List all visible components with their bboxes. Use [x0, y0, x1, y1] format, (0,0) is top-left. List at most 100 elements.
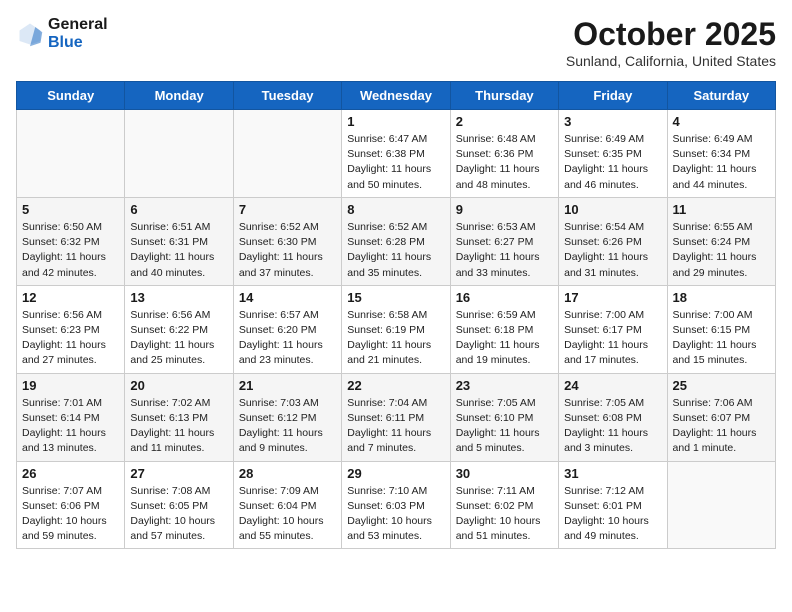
calendar-day-cell: 23Sunrise: 7:05 AM Sunset: 6:10 PM Dayli… [450, 373, 558, 461]
day-number: 25 [673, 378, 770, 393]
calendar-header: SundayMondayTuesdayWednesdayThursdayFrid… [17, 82, 776, 110]
calendar-week-row: 19 Sunrise: 7:01 AM Sunset: 6:14 PM Dayli… [17, 373, 776, 461]
day-of-week-header: Monday [125, 82, 233, 110]
calendar-day-cell: 28Sunrise: 7:09 AM Sunset: 6:04 PM Dayli… [233, 461, 341, 549]
day-number: 11 [673, 202, 770, 217]
day-number: 17 [564, 290, 661, 305]
page-header: General Blue October 2025 Sunland, Calif… [16, 16, 776, 69]
calendar-day-cell: 13 Sunrise: 6:56 AM Sunset: 6:22 PM Dayli… [125, 285, 233, 373]
day-info: Sunrise: 7:09 AM Sunset: 6:04 PM Dayligh… [239, 484, 336, 545]
day-info: Sunrise: 7:05 AM Sunset: 6:10 PM Dayligh… [456, 396, 553, 457]
calendar-subtitle: Sunland, California, United States [566, 53, 776, 69]
calendar-day-cell: 4 Sunrise: 6:49 AM Sunset: 6:34 PM Daylig… [667, 110, 775, 198]
day-info: Sunrise: 6:53 AM Sunset: 6:27 PM Dayligh… [456, 220, 553, 281]
day-info: Sunrise: 6:59 AM Sunset: 6:18 PM Dayligh… [456, 308, 553, 369]
day-number: 21 [239, 378, 336, 393]
day-number: 31 [564, 466, 661, 481]
day-info: Sunrise: 7:00 AM Sunset: 6:17 PM Dayligh… [564, 308, 661, 369]
day-info: Sunrise: 6:57 AM Sunset: 6:20 PM Dayligh… [239, 308, 336, 369]
day-of-week-header: Sunday [17, 82, 125, 110]
day-number: 15 [347, 290, 444, 305]
calendar-week-row: 5 Sunrise: 6:50 AM Sunset: 6:32 PM Daylig… [17, 197, 776, 285]
calendar-day-cell: 22 Sunrise: 7:04 AM Sunset: 6:11 PM Dayli… [342, 373, 450, 461]
day-number: 7 [239, 202, 336, 217]
day-of-week-header: Tuesday [233, 82, 341, 110]
calendar-day-cell: 16 Sunrise: 6:59 AM Sunset: 6:18 PM Dayli… [450, 285, 558, 373]
day-info: Sunrise: 7:10 AM Sunset: 6:03 PM Dayligh… [347, 484, 444, 545]
day-number: 24 [564, 378, 661, 393]
calendar-day-cell: 30 Sunrise: 7:11 AM Sunset: 6:02 PM Dayli… [450, 461, 558, 549]
day-info: Sunrise: 6:56 AM Sunset: 6:22 PM Dayligh… [130, 308, 227, 369]
day-number: 1 [347, 114, 444, 129]
day-number: 2 [456, 114, 553, 129]
calendar-day-cell: 31 Sunrise: 7:12 AM Sunset: 6:01 PM Dayli… [559, 461, 667, 549]
calendar-day-cell: 25 Sunrise: 7:06 AM Sunset: 6:07 PM Dayli… [667, 373, 775, 461]
day-of-week-header: Friday [559, 82, 667, 110]
calendar-day-cell: 11 Sunrise: 6:55 AM Sunset: 6:24 PM Dayli… [667, 197, 775, 285]
calendar-day-cell: 20 Sunrise: 7:02 AM Sunset: 6:13 PM Dayli… [125, 373, 233, 461]
day-info: Sunrise: 7:03 AM Sunset: 6:12 PM Dayligh… [239, 396, 336, 457]
calendar-day-cell: 8Sunrise: 6:52 AM Sunset: 6:28 PM Daylig… [342, 197, 450, 285]
calendar-day-cell: 29 Sunrise: 7:10 AM Sunset: 6:03 PM Dayli… [342, 461, 450, 549]
day-number: 14 [239, 290, 336, 305]
calendar-day-cell: 7Sunrise: 6:52 AM Sunset: 6:30 PM Daylig… [233, 197, 341, 285]
calendar-day-cell: 14 Sunrise: 6:57 AM Sunset: 6:20 PM Dayli… [233, 285, 341, 373]
day-info: Sunrise: 7:08 AM Sunset: 6:05 PM Dayligh… [130, 484, 227, 545]
day-info: Sunrise: 7:05 AM Sunset: 6:08 PM Dayligh… [564, 396, 661, 457]
day-number: 30 [456, 466, 553, 481]
day-info: Sunrise: 6:48 AM Sunset: 6:36 PM Dayligh… [456, 132, 553, 193]
day-info: Sunrise: 6:51 AM Sunset: 6:31 PM Dayligh… [130, 220, 227, 281]
day-number: 20 [130, 378, 227, 393]
day-number: 5 [22, 202, 119, 217]
logo-blue-text: Blue [48, 34, 108, 52]
logo-text: General Blue [48, 16, 108, 51]
day-number: 10 [564, 202, 661, 217]
calendar-day-cell: 5 Sunrise: 6:50 AM Sunset: 6:32 PM Daylig… [17, 197, 125, 285]
calendar-table: SundayMondayTuesdayWednesdayThursdayFrid… [16, 81, 776, 549]
day-info: Sunrise: 7:04 AM Sunset: 6:11 PM Dayligh… [347, 396, 444, 457]
day-header-row: SundayMondayTuesdayWednesdayThursdayFrid… [17, 82, 776, 110]
day-info: Sunrise: 7:11 AM Sunset: 6:02 PM Dayligh… [456, 484, 553, 545]
calendar-body: 1 Sunrise: 6:47 AM Sunset: 6:38 PM Daylig… [17, 110, 776, 549]
day-info: Sunrise: 6:50 AM Sunset: 6:32 PM Dayligh… [22, 220, 119, 281]
day-info: Sunrise: 6:49 AM Sunset: 6:35 PM Dayligh… [564, 132, 661, 193]
calendar-day-cell: 12Sunrise: 6:56 AM Sunset: 6:23 PM Dayli… [17, 285, 125, 373]
day-number: 12 [22, 290, 119, 305]
day-info: Sunrise: 7:00 AM Sunset: 6:15 PM Dayligh… [673, 308, 770, 369]
day-number: 22 [347, 378, 444, 393]
calendar-week-row: 26Sunrise: 7:07 AM Sunset: 6:06 PM Dayli… [17, 461, 776, 549]
day-number: 27 [130, 466, 227, 481]
calendar-day-cell: 2 Sunrise: 6:48 AM Sunset: 6:36 PM Daylig… [450, 110, 558, 198]
calendar-day-cell: 24 Sunrise: 7:05 AM Sunset: 6:08 PM Dayli… [559, 373, 667, 461]
calendar-day-cell: 19 Sunrise: 7:01 AM Sunset: 6:14 PM Dayli… [17, 373, 125, 461]
calendar-day-cell: 15 Sunrise: 6:58 AM Sunset: 6:19 PM Dayli… [342, 285, 450, 373]
day-info: Sunrise: 6:47 AM Sunset: 6:38 PM Dayligh… [347, 132, 444, 193]
calendar-day-cell: 21 Sunrise: 7:03 AM Sunset: 6:12 PM Dayli… [233, 373, 341, 461]
day-info: Sunrise: 7:12 AM Sunset: 6:01 PM Dayligh… [564, 484, 661, 545]
title-block: October 2025 Sunland, California, United… [566, 16, 776, 69]
calendar-day-cell: 1 Sunrise: 6:47 AM Sunset: 6:38 PM Daylig… [342, 110, 450, 198]
calendar-day-cell [17, 110, 125, 198]
calendar-day-cell [125, 110, 233, 198]
day-info: Sunrise: 7:01 AM Sunset: 6:14 PM Dayligh… [22, 396, 119, 457]
day-number: 19 [22, 378, 119, 393]
calendar-day-cell: 3Sunrise: 6:49 AM Sunset: 6:35 PM Daylig… [559, 110, 667, 198]
day-number: 13 [130, 290, 227, 305]
calendar-day-cell: 18Sunrise: 7:00 AM Sunset: 6:15 PM Dayli… [667, 285, 775, 373]
day-of-week-header: Saturday [667, 82, 775, 110]
day-info: Sunrise: 6:55 AM Sunset: 6:24 PM Dayligh… [673, 220, 770, 281]
day-info: Sunrise: 7:06 AM Sunset: 6:07 PM Dayligh… [673, 396, 770, 457]
calendar-day-cell: 26Sunrise: 7:07 AM Sunset: 6:06 PM Dayli… [17, 461, 125, 549]
day-number: 29 [347, 466, 444, 481]
day-of-week-header: Wednesday [342, 82, 450, 110]
day-number: 26 [22, 466, 119, 481]
day-info: Sunrise: 7:02 AM Sunset: 6:13 PM Dayligh… [130, 396, 227, 457]
day-info: Sunrise: 6:58 AM Sunset: 6:19 PM Dayligh… [347, 308, 444, 369]
logo: General Blue [16, 16, 108, 51]
day-info: Sunrise: 6:49 AM Sunset: 6:34 PM Dayligh… [673, 132, 770, 193]
day-number: 4 [673, 114, 770, 129]
day-number: 16 [456, 290, 553, 305]
day-number: 9 [456, 202, 553, 217]
day-info: Sunrise: 6:54 AM Sunset: 6:26 PM Dayligh… [564, 220, 661, 281]
calendar-day-cell: 9 Sunrise: 6:53 AM Sunset: 6:27 PM Daylig… [450, 197, 558, 285]
